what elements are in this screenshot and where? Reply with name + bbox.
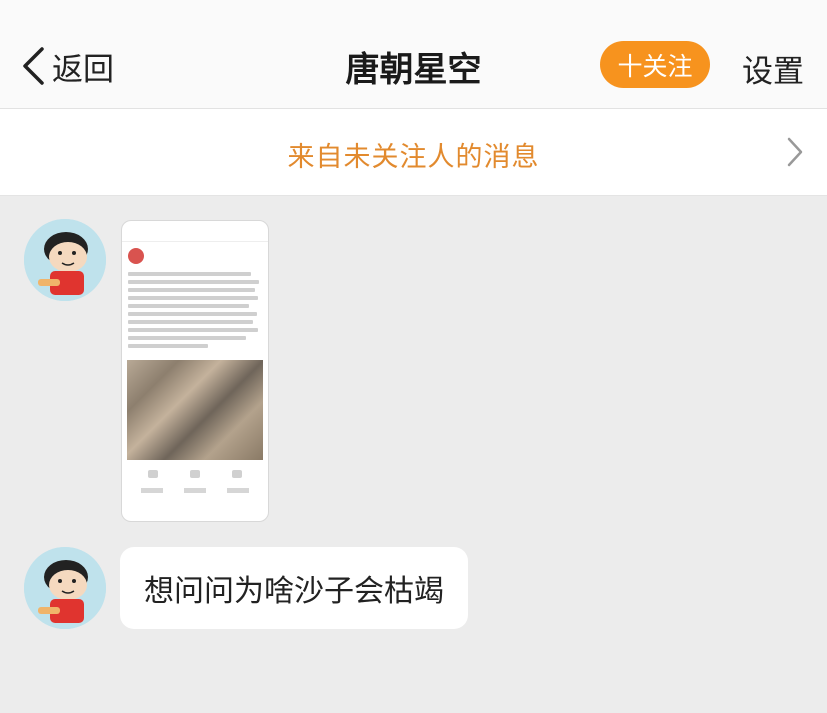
chevron-right-icon [787, 137, 803, 167]
screenshot-profile [122, 242, 268, 266]
screenshot-actions [122, 460, 268, 478]
unfollowed-notice-bar[interactable]: 来自未关注人的消息 [0, 109, 827, 196]
cartoon-avatar-icon [24, 219, 106, 301]
screenshot-header [122, 221, 268, 242]
chevron-left-icon [23, 47, 44, 85]
top-bar: 返回 唐朝星空 十关注 设置 [0, 0, 827, 109]
text-message-bubble[interactable]: 想问问为啥沙子会枯竭 [120, 547, 468, 629]
shared-image-message[interactable] [121, 220, 269, 522]
screenshot-tabbar [122, 478, 268, 493]
cartoon-avatar-icon [24, 547, 106, 629]
sender-avatar[interactable] [24, 219, 106, 301]
screenshot-photo [127, 360, 263, 460]
follow-button[interactable]: 十关注 [600, 41, 710, 88]
settings-button[interactable]: 设置 [742, 46, 804, 91]
screenshot-text-lines [122, 266, 268, 354]
back-label: 返回 [52, 51, 114, 88]
screenshot-avatar [128, 248, 144, 264]
notice-text: 来自未关注人的消息 [287, 142, 540, 173]
back-button[interactable]: 返回 [20, 44, 114, 88]
sender-avatar[interactable] [24, 547, 106, 629]
